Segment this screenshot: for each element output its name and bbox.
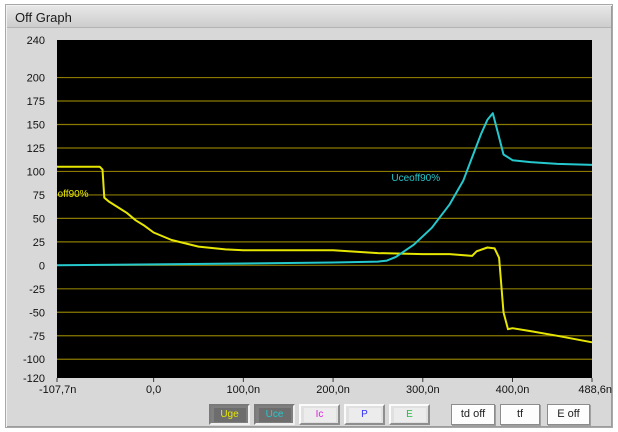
- y-tick-label: 25: [33, 237, 45, 249]
- cursor-annotation: Uceoff90%: [391, 173, 440, 184]
- series-toggle-label: E: [393, 408, 426, 422]
- x-axis: -107,7n 0,0 100,0n 200,0n 300,0n 400,0n 488,6n: [39, 378, 612, 396]
- x-tick-label: 400,0n: [496, 384, 530, 396]
- series-toggle-label: P: [348, 408, 381, 422]
- y-tick-label: 150: [27, 120, 45, 132]
- y-axis: 2402001751501251007550250-25-50-75-100-1…: [23, 35, 45, 385]
- y-tick-label: 240: [27, 35, 45, 47]
- series-toggle-uce[interactable]: Uce: [254, 404, 295, 425]
- series-toggle-e[interactable]: E: [389, 404, 430, 425]
- x-tick-label: 100,0n: [227, 384, 261, 396]
- series-toggle-ic[interactable]: Ic: [299, 404, 340, 425]
- x-tick-label: 300,0n: [406, 384, 440, 396]
- y-tick-label: 200: [27, 73, 45, 85]
- series-toggle-label: Uge: [213, 408, 246, 422]
- series-toggle-label: Ic: [303, 408, 336, 422]
- e-off-button[interactable]: E off: [547, 404, 590, 425]
- y-tick-label: -75: [29, 331, 45, 343]
- x-tick-label: 200,0n: [316, 384, 350, 396]
- y-tick-label: 0: [39, 260, 45, 272]
- y-tick-label: -25: [29, 284, 45, 296]
- x-tick-label: -107,7n: [39, 384, 76, 396]
- y-tick-label: 175: [27, 96, 45, 108]
- waveform-chart[interactable]: 240 200 175 150 125 100 75 50 25 0 -25 -50 -75 -100 -1…: [0, 0, 618, 432]
- series-toggle-label: Uce: [258, 408, 291, 422]
- x-tick-label: 0,0: [146, 384, 161, 396]
- y-tick-label: 50: [33, 213, 45, 225]
- plot-area[interactable]: [57, 40, 592, 378]
- y-tick-label: 100: [27, 166, 45, 178]
- td-off-button[interactable]: td off: [451, 404, 495, 425]
- y-tick-label: 125: [27, 143, 45, 155]
- y-tick-label: 75: [33, 190, 45, 202]
- cursor-annotation: off90%: [58, 189, 89, 200]
- series-toggle-p[interactable]: P: [344, 404, 385, 425]
- x-tick-label: 488,6n: [578, 384, 612, 396]
- tf-button[interactable]: tf: [500, 404, 540, 425]
- y-tick-label: -50: [29, 307, 45, 319]
- series-toggle-uge[interactable]: Uge: [209, 404, 250, 425]
- y-tick-label: -100: [23, 354, 45, 366]
